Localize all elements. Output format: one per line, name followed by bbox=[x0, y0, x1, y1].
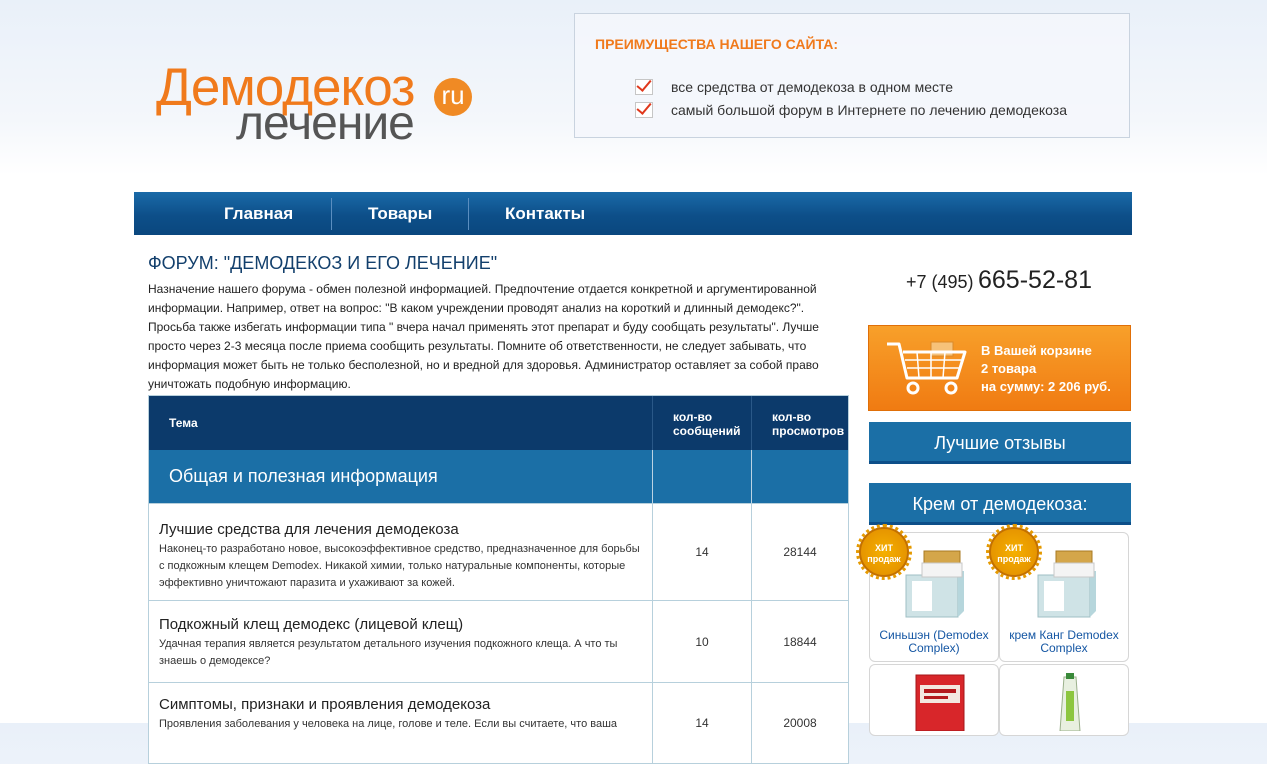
logo-ru-badge: ru bbox=[434, 78, 472, 116]
product-card[interactable]: ХИТ продаж Синьшэн (Demodex Complex) bbox=[856, 524, 999, 662]
checkmark-icon bbox=[635, 102, 653, 118]
view-count: 20008 bbox=[751, 683, 848, 763]
nav-item-home[interactable]: Главная bbox=[224, 192, 293, 235]
cart-count: 2 товара bbox=[981, 361, 1037, 376]
cart-widget[interactable]: В Вашей корзине 2 товара на сумму: 2 206… bbox=[868, 325, 1131, 411]
table-row: Лучшие средства для лечения демодекоза Н… bbox=[149, 503, 848, 600]
column-views-l2: просмотров bbox=[772, 424, 845, 438]
badge-text-bottom: продаж bbox=[867, 554, 901, 564]
site-logo[interactable]: Демодекоз ru лечение bbox=[156, 58, 476, 150]
bestseller-badge: ХИТ продаж bbox=[856, 524, 912, 580]
column-messages: кол-во сообщений bbox=[652, 396, 751, 450]
page-title: ФОРУМ: "ДЕМОДЕКОЗ И ЕГО ЛЕЧЕНИЕ" bbox=[148, 253, 498, 273]
advantage-item: самый большой форум в Интернете по лечен… bbox=[635, 100, 1067, 120]
product-name-l2: Complex bbox=[1040, 641, 1088, 655]
message-count: 10 bbox=[652, 601, 751, 682]
message-count: 14 bbox=[652, 504, 751, 600]
nav-divider bbox=[331, 198, 332, 230]
product-card[interactable] bbox=[869, 664, 999, 736]
advantages-title: ПРЕИМУЩЕСТВА НАШЕГО САЙТА: bbox=[595, 36, 839, 52]
bestseller-badge: ХИТ продаж bbox=[986, 524, 1042, 580]
product-name[interactable]: крем Канг Demodex Complex bbox=[1000, 629, 1128, 655]
product-name[interactable]: Синьшэн (Demodex Complex) bbox=[870, 629, 998, 655]
category-row: Общая и полезная информация bbox=[149, 450, 848, 503]
column-messages-l1: кол-во bbox=[673, 410, 713, 424]
product-name-l1: Синьшэн (Demodex bbox=[879, 628, 989, 642]
category-title[interactable]: Общая и полезная информация bbox=[149, 450, 652, 503]
product-name-l1: крем Канг Demodex bbox=[1009, 628, 1119, 642]
topic-description: Удачная терапия является результатом дет… bbox=[159, 638, 618, 667]
main-nav: Главная Товары Контакты bbox=[134, 192, 1132, 235]
topic-description: Проявления заболевания у человека на лиц… bbox=[159, 718, 618, 730]
shopping-cart-icon bbox=[887, 341, 967, 395]
phone-number: +7 (495) 665-52-81 bbox=[906, 266, 1092, 295]
product-image bbox=[915, 674, 965, 731]
best-reviews-button[interactable]: Лучшие отзывы bbox=[869, 422, 1131, 464]
checkmark-icon bbox=[635, 79, 653, 95]
topic-link[interactable]: Подкожный клещ демодекс (лицевой клещ) bbox=[159, 615, 642, 635]
product-name-l2: Complex) bbox=[908, 641, 960, 655]
nav-item-products[interactable]: Товары bbox=[368, 192, 432, 235]
advantages-box: ПРЕИМУЩЕСТВА НАШЕГО САЙТА: все средства … bbox=[574, 13, 1130, 138]
badge-text-top: ХИТ bbox=[1005, 543, 1023, 553]
table-row: Подкожный клещ демодекс (лицевой клещ) У… bbox=[149, 600, 848, 682]
logo-word-lechenie: лечение bbox=[236, 97, 415, 150]
cart-summary: В Вашей корзине 2 товара на сумму: 2 206… bbox=[981, 342, 1111, 396]
badge-text-top: ХИТ bbox=[875, 543, 893, 553]
category-cell bbox=[652, 450, 751, 503]
category-cell bbox=[751, 450, 848, 503]
cream-heading: Крем от демодекоза: bbox=[869, 483, 1131, 525]
product-image bbox=[1037, 550, 1096, 618]
cart-total: на сумму: 2 206 руб. bbox=[981, 379, 1111, 394]
topic-link[interactable]: Лучшие средства для лечения демодекоза bbox=[159, 520, 642, 540]
product-card[interactable]: ХИТ продаж крем Канг Demodex Complex bbox=[986, 524, 1129, 662]
advantage-item: все средства от демодекоза в одном месте bbox=[635, 77, 953, 97]
column-views: кол-во просмотров bbox=[751, 396, 848, 450]
view-count: 28144 bbox=[751, 504, 848, 600]
phone-prefix: +7 (495) bbox=[906, 272, 974, 292]
column-views-l1: кол-во bbox=[772, 410, 812, 424]
product-image bbox=[1059, 673, 1081, 731]
column-messages-l2: сообщений bbox=[673, 424, 741, 438]
column-topic: Тема bbox=[169, 416, 198, 430]
message-count: 14 bbox=[652, 683, 751, 763]
nav-item-contacts[interactable]: Контакты bbox=[505, 192, 585, 235]
cart-line: В Вашей корзине bbox=[981, 343, 1092, 358]
advantage-text: самый большой форум в Интернете по лечен… bbox=[671, 102, 1067, 118]
advantage-text: все средства от демодекоза в одном месте bbox=[671, 79, 954, 95]
forum-table: Тема кол-во сообщений кол-во просмотров … bbox=[148, 395, 849, 764]
view-count: 18844 bbox=[751, 601, 848, 682]
topic-description: Наконец-то разработано новое, высокоэффе… bbox=[159, 543, 640, 589]
topic-link[interactable]: Симптомы, признаки и проявления демодеко… bbox=[159, 695, 642, 715]
nav-divider bbox=[468, 198, 469, 230]
badge-text-bottom: продаж bbox=[997, 554, 1031, 564]
phone-digits: 665-52-81 bbox=[978, 266, 1092, 294]
forum-intro: Назначение нашего форума - обмен полезно… bbox=[148, 282, 819, 391]
table-header: Тема кол-во сообщений кол-во просмотров bbox=[149, 396, 848, 450]
product-card[interactable] bbox=[999, 664, 1129, 736]
